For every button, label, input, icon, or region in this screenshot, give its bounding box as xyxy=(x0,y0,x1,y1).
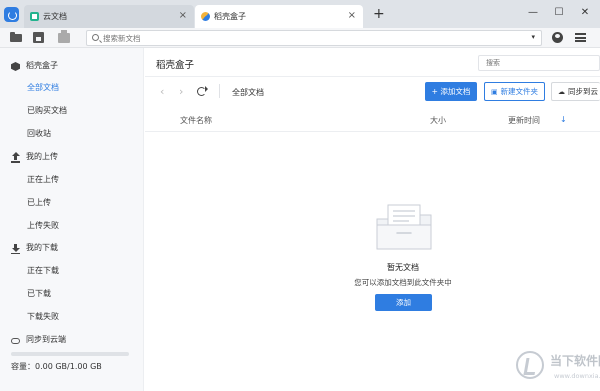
main-search-box xyxy=(478,55,600,71)
sync-cloud-button[interactable]: ☁ 同步到云 xyxy=(551,82,600,101)
empty-state-description: 您可以添加文档到此文件夹中 xyxy=(354,278,452,287)
app-logo-icon[interactable] xyxy=(4,7,19,22)
storage-usage-text: 容量：0.00 GB/1.00 GB xyxy=(11,362,102,371)
search-icon xyxy=(92,34,99,41)
tab-label: 稻壳盒子 xyxy=(214,12,246,21)
breadcrumb[interactable]: 全部文档 xyxy=(232,87,264,98)
save-icon[interactable] xyxy=(33,32,44,43)
page-title: 稻壳盒子 xyxy=(156,60,195,71)
folder-plus-icon: ▣ xyxy=(490,87,498,96)
sidebar-item-all-docs[interactable]: 全部文档 xyxy=(0,79,144,97)
sidebar-item-trash[interactable]: 回收站 xyxy=(0,125,144,143)
empty-folder-illustration xyxy=(376,204,432,250)
chevron-down-icon[interactable]: ▾ xyxy=(531,33,535,41)
sidebar-item-download-failed[interactable]: 下载失败 xyxy=(0,308,144,326)
sidebar-item-downloading[interactable]: 正在下载 xyxy=(0,262,144,280)
sidebar: 稻壳盒子 全部文档 已购买文档 回收站 我的上传 正在上传 已上传 上传失败 我… xyxy=(0,48,144,391)
sync-cloud-label: 同步到云 xyxy=(568,87,598,96)
doc-search-input[interactable] xyxy=(103,32,523,44)
column-header-updated[interactable]: 更新时间 xyxy=(508,115,540,126)
add-document-button[interactable]: + 添加文档 xyxy=(425,82,477,101)
menu-icon[interactable] xyxy=(575,33,586,42)
sidebar-item-box[interactable]: 稻壳盒子 xyxy=(0,57,144,75)
new-folder-label: 新建文件夹 xyxy=(500,87,539,96)
sidebar-item-uploading[interactable]: 正在上传 xyxy=(0,171,144,189)
sidebar-item-upload-failed[interactable]: 上传失败 xyxy=(0,217,144,235)
empty-add-button[interactable]: 添加 xyxy=(375,294,432,311)
divider xyxy=(145,76,600,77)
sidebar-item-purchased[interactable]: 已购买文档 xyxy=(0,102,144,120)
cloud-icon: ☁ xyxy=(558,87,565,96)
box-icon xyxy=(201,12,210,21)
minimize-button[interactable]: — xyxy=(526,6,540,20)
add-document-label: + 添加文档 xyxy=(431,87,471,96)
upload-icon xyxy=(11,152,20,163)
sidebar-item-label: 我的上传 xyxy=(26,152,58,161)
box-icon xyxy=(11,62,20,71)
forward-button[interactable]: › xyxy=(179,86,183,97)
divider xyxy=(219,84,220,98)
toolbar: ▾ xyxy=(0,28,600,48)
watermark-mark-icon xyxy=(516,351,544,379)
divider xyxy=(145,131,600,132)
main-search-input[interactable] xyxy=(479,56,599,70)
watermark-text: 当下软件园 xyxy=(550,354,600,368)
sidebar-item-uploaded[interactable]: 已上传 xyxy=(0,194,144,212)
tab-cloud-docs[interactable]: 云文档 × xyxy=(24,5,194,28)
refresh-icon[interactable] xyxy=(197,86,208,96)
sidebar-item-downloaded[interactable]: 已下载 xyxy=(0,285,144,303)
doc-search-bar: ▾ xyxy=(86,30,542,46)
sidebar-item-label: 同步到云端 xyxy=(26,335,66,344)
close-window-button[interactable]: ✕ xyxy=(578,6,592,20)
folder-open-icon[interactable] xyxy=(10,32,22,43)
tab-label: 云文档 xyxy=(43,12,67,21)
user-icon[interactable] xyxy=(552,32,563,43)
cloud-icon xyxy=(11,338,20,344)
empty-state-title: 暂无文档 xyxy=(387,263,419,272)
doc-icon xyxy=(30,12,39,21)
back-button[interactable]: ‹ xyxy=(160,86,164,97)
new-tab-button[interactable]: + xyxy=(373,7,385,21)
new-folder-button[interactable]: ▣ 新建文件夹 xyxy=(484,82,545,101)
sidebar-item-downloads[interactable]: 我的下载 xyxy=(0,239,144,257)
sidebar-item-label: 稻壳盒子 xyxy=(26,61,58,70)
column-header-name[interactable]: 文件名称 xyxy=(180,115,212,126)
watermark-logo: 当下软件园 www.downxia.com xyxy=(514,348,600,391)
sidebar-item-uploads[interactable]: 我的上传 xyxy=(0,148,144,166)
sidebar-item-label: 我的下载 xyxy=(26,243,58,252)
title-bar: 云文档 × 稻壳盒子 × + — ☐ ✕ xyxy=(0,0,600,28)
sidebar-item-sync-cloud[interactable]: 同步到云端 xyxy=(0,331,144,349)
close-icon[interactable]: × xyxy=(179,11,187,21)
maximize-button[interactable]: ☐ xyxy=(552,6,566,20)
print-icon[interactable] xyxy=(58,30,70,43)
tab-box[interactable]: 稻壳盒子 × xyxy=(195,5,363,28)
sort-arrow-icon[interactable]: ↓ xyxy=(560,115,567,124)
close-icon[interactable]: × xyxy=(348,11,356,21)
download-icon xyxy=(11,244,20,254)
watermark-url: www.downxia.com xyxy=(554,372,600,380)
storage-progress-bar xyxy=(11,352,129,356)
column-header-size[interactable]: 大小 xyxy=(430,115,446,126)
